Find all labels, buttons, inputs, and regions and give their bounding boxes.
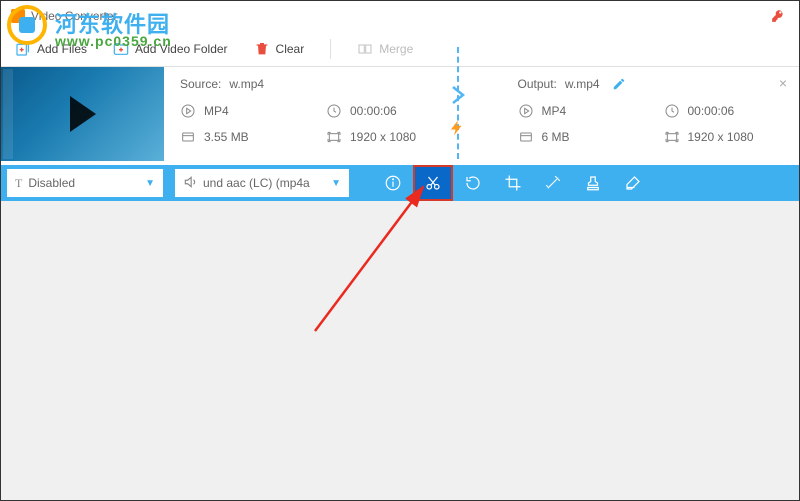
filesize-icon — [180, 129, 196, 145]
register-key-icon[interactable] — [771, 9, 785, 23]
output-column: Output: w.mp4 MP4 00:00:06 — [482, 77, 784, 155]
clear-label: Clear — [276, 42, 305, 56]
source-format: MP4 — [204, 104, 229, 118]
app-title: Video Converter — [31, 9, 118, 23]
video-thumbnail[interactable] — [1, 67, 164, 161]
source-resolution: 1920 x 1080 — [350, 130, 416, 144]
video-item-row: × Source: w.mp4 MP4 — [1, 67, 799, 165]
add-files-icon — [15, 41, 31, 57]
toolbar: Add Files Add Video Folder Clear Merge — [1, 31, 799, 67]
trash-icon — [254, 41, 270, 57]
output-duration: 00:00:06 — [688, 104, 735, 118]
source-label: Source: — [180, 77, 221, 91]
convert-arrow-icon — [445, 83, 469, 112]
source-column: Source: w.mp4 MP4 00:00:06 — [180, 77, 482, 155]
source-duration: 00:00:06 — [350, 104, 397, 118]
output-format: MP4 — [542, 104, 567, 118]
add-folder-label: Add Video Folder — [135, 42, 228, 56]
add-folder-icon — [113, 41, 129, 57]
clear-button[interactable]: Clear — [254, 41, 305, 57]
edit-pencil-icon[interactable] — [612, 77, 626, 91]
output-size: 6 MB — [542, 130, 570, 144]
add-folder-button[interactable]: Add Video Folder — [113, 41, 228, 57]
subtitle-t-icon: T — [15, 176, 22, 191]
merge-button: Merge — [357, 41, 413, 57]
info-button[interactable] — [373, 165, 413, 201]
effects-wand-button[interactable] — [533, 165, 573, 201]
resolution-icon — [326, 129, 342, 145]
merge-icon — [357, 41, 373, 57]
source-filename: w.mp4 — [229, 77, 264, 91]
rotate-button[interactable] — [453, 165, 493, 201]
annotation-arrow — [295, 181, 475, 341]
crop-button[interactable] — [493, 165, 533, 201]
add-files-label: Add Files — [37, 42, 87, 56]
titlebar: Video Converter — [1, 1, 799, 31]
clock-icon — [326, 103, 342, 119]
chevron-down-icon: ▼ — [145, 178, 155, 189]
output-label: Output: — [518, 77, 557, 91]
speaker-icon — [183, 175, 197, 192]
lightning-icon — [448, 119, 466, 137]
app-icon — [11, 9, 25, 23]
chevron-down-icon: ▼ — [331, 178, 341, 189]
clock-icon — [664, 103, 680, 119]
resolution-icon — [664, 129, 680, 145]
add-files-button[interactable]: Add Files — [15, 41, 87, 57]
info-panel: × Source: w.mp4 MP4 — [164, 67, 799, 165]
trim-scissors-button[interactable] — [413, 165, 453, 201]
source-size: 3.55 MB — [204, 130, 249, 144]
merge-label: Merge — [379, 42, 413, 56]
audio-value: und aac (LC) (mp4a — [203, 176, 310, 190]
subtitle-value: Disabled — [28, 176, 75, 190]
format-icon — [518, 103, 534, 119]
output-resolution: 1920 x 1080 — [688, 130, 754, 144]
play-icon — [70, 96, 96, 132]
format-icon — [180, 103, 196, 119]
subtitle-edit-button[interactable] — [613, 165, 653, 201]
watermark-stamp-button[interactable] — [573, 165, 613, 201]
action-bar: T Disabled ▼ und aac (LC) (mp4a ▼ — [1, 165, 799, 201]
filesize-icon — [518, 129, 534, 145]
subtitle-dropdown[interactable]: T Disabled ▼ — [7, 169, 163, 197]
output-filename: w.mp4 — [565, 77, 600, 91]
audio-dropdown[interactable]: und aac (LC) (mp4a ▼ — [175, 169, 349, 197]
